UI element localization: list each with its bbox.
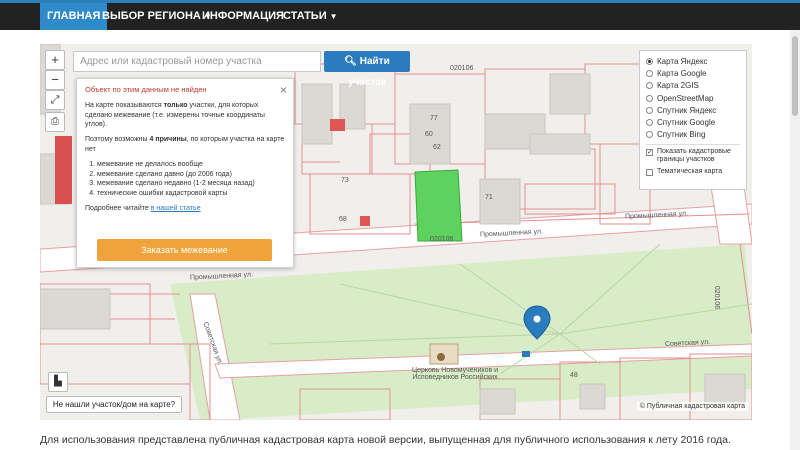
reasons-list: межевание не делалось вообще межевание с… <box>97 160 285 198</box>
ruler-icon: ▙ <box>54 376 62 387</box>
highlighted-plot <box>414 169 463 242</box>
radio-selected-icon[interactable] <box>646 57 653 65</box>
find-plot-button[interactable]: 🔍︎ Найти участок <box>324 51 410 88</box>
nav-articles[interactable]: СТАТЬИ ▼ <box>276 3 345 30</box>
red-building <box>55 136 72 204</box>
layer-option[interactable]: Спутник Bing <box>646 129 740 141</box>
article-link[interactable]: в нашей статье <box>151 205 201 212</box>
close-icon[interactable]: × <box>280 82 287 98</box>
list-item: межевание не делалось вообще <box>97 160 285 169</box>
layer-option[interactable]: Карта 2GIS <box>646 80 740 92</box>
radio-icon[interactable] <box>646 94 653 102</box>
description-text: Для использования представлена публичная… <box>40 434 731 446</box>
top-navbar: ГЛАВНАЯ ВЫБОР РЕГИОНА ▼ ИНФОРМАЦИЯ СТАТЬИ… <box>0 0 800 30</box>
thematic-map-toggle[interactable]: Тематическая карта <box>646 168 740 176</box>
not-found-popup: × Объект по этим данным не найден На кар… <box>76 78 294 268</box>
layer-option[interactable]: OpenStreetMap <box>646 92 740 104</box>
nav-articles-label: СТАТЬИ <box>283 10 327 22</box>
parcel-number: 60 <box>425 131 433 138</box>
zoom-in-button[interactable]: + <box>45 50 65 70</box>
radio-icon[interactable] <box>646 131 653 139</box>
expand-icon: ⤢ <box>50 94 60 106</box>
list-item: межевание сделано недавно (1-2 месяца на… <box>97 179 285 188</box>
radio-icon[interactable] <box>646 119 653 127</box>
layer-switcher: Карта Яндекс Карта Google Карта 2GIS Ope… <box>639 50 747 190</box>
layer-option[interactable]: Карта Яндекс <box>646 55 740 67</box>
church-icon <box>437 353 445 361</box>
parcel-number: 73 <box>341 177 349 184</box>
print-button[interactable]: ⎙ <box>45 112 65 132</box>
radio-icon[interactable] <box>646 106 653 114</box>
parcel-number: 77 <box>430 115 438 122</box>
map-attribution[interactable]: © Публичная кадастровая карта <box>636 402 748 411</box>
red-building <box>360 216 370 226</box>
popup-more: Подробнее читайте в нашей статье <box>85 205 201 213</box>
not-found-on-map-button[interactable]: Не нашли участок/дом на карте? <box>46 396 182 413</box>
bus-stop-icon <box>522 351 530 357</box>
popup-reasons-intro: Поэтому возможны 4 причины, по которым у… <box>85 136 285 153</box>
quarter-label: 020106 <box>450 65 474 72</box>
ruler-button[interactable]: ▙ <box>48 372 68 392</box>
page-scrollbar[interactable] <box>790 30 800 450</box>
red-building <box>330 119 345 131</box>
zoom-out-button[interactable]: − <box>45 70 65 90</box>
nav-region-label: ВЫБОР РЕГИОНА <box>102 10 201 22</box>
order-survey-button[interactable]: Заказать межевание <box>97 239 272 261</box>
cadastral-map[interactable]: 020106 020106 020106 Промышленная ул. Пр… <box>40 44 752 420</box>
parcel-number: 71 <box>485 194 493 201</box>
radio-icon[interactable] <box>646 82 653 90</box>
quarter-label: 020106 <box>430 236 454 243</box>
parcel-number: 48 <box>570 372 578 379</box>
list-item: межевание сделано давно (до 2006 года) <box>97 170 285 179</box>
search-input[interactable] <box>73 51 321 72</box>
location-pin-dot <box>533 315 541 323</box>
chevron-down-icon: ▼ <box>329 12 338 21</box>
scrollbar-thumb[interactable] <box>792 36 798 116</box>
divider <box>646 144 740 146</box>
fullscreen-button[interactable]: ⤢ <box>45 90 65 110</box>
print-icon: ⎙ <box>51 116 59 127</box>
layer-option[interactable]: Спутник Яндекс <box>646 104 740 116</box>
quarter-label: 020106 <box>713 285 721 310</box>
popup-intro: На карте показываются только участки, дл… <box>85 102 265 128</box>
park-area <box>170 244 752 420</box>
checkbox-checked-icon[interactable]: ✓ <box>646 149 653 157</box>
popup-title: Объект по этим данным не найден <box>85 85 207 94</box>
search-icon: 🔍︎ <box>344 56 357 67</box>
list-item: технические ошибки кадастровой карты <box>97 189 285 198</box>
parcel-number: 62 <box>433 144 441 151</box>
layer-option[interactable]: Карта Google <box>646 67 740 79</box>
layer-option[interactable]: Спутник Google <box>646 116 740 128</box>
parcel-number: 68 <box>339 216 347 223</box>
church-label: Церковь Новомучеников и Исповедников Рос… <box>411 367 499 381</box>
church-building <box>429 343 459 365</box>
page-title-cut <box>40 30 460 44</box>
radio-icon[interactable] <box>646 69 653 77</box>
show-borders-toggle[interactable]: ✓ Показать кадастровые границы участков <box>646 148 740 165</box>
checkbox-icon[interactable] <box>646 168 653 176</box>
